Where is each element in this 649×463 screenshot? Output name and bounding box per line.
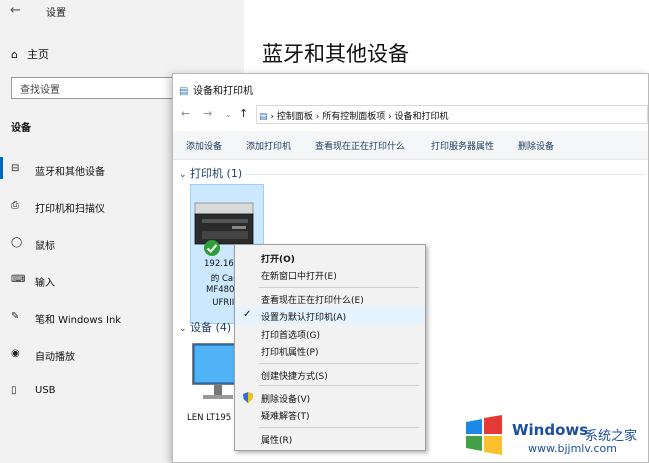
address-row: ← → ⌄ ↑ ▤ › 控制面板 › 所有控制面板项 › 设备和打印机 [173,102,648,127]
devices-printers-icon: ▤ [179,86,189,97]
address-bar[interactable]: ▤ › 控制面板 › 所有控制面板项 › 设备和打印机 [256,105,648,124]
watermark-brand: Windows [512,421,589,439]
menu-label: 在新窗口中打开(E) [261,272,337,282]
group-label: 设备 (4) [190,321,232,334]
bluetooth-devices-icon: ⊟ [11,163,20,174]
menu-label: 设置为默认打印机(A) [261,313,347,323]
see-printing-button[interactable]: 查看现在正在打印什么 [315,139,405,152]
section-heading: 设备 [11,123,31,134]
print-server-properties-button[interactable]: 打印服务器属性 [431,139,494,152]
menu-label: 查看现在正在打印什么(E) [261,296,364,306]
autoplay-icon: ◉ [11,348,20,359]
menu-separator [259,287,419,288]
context-menu: 打开(O) 在新窗口中打开(E) 查看现在正在打印什么(E) ✓ 设置为默认打印机… [234,244,426,451]
windows-logo-icon [466,415,502,455]
menu-separator [259,385,419,386]
menu-item-open[interactable]: 打开(O) [235,249,425,266]
nav-label: USB [35,385,56,396]
keyboard-icon: ⌨ [11,274,26,285]
menu-item-set-default[interactable]: ✓ 设置为默认打印机(A) [235,307,425,324]
dp-title: 设备和打印机 [193,86,253,97]
mouse-icon: ◯ [11,237,23,248]
menu-label: 打印机属性(P) [261,348,319,358]
menu-label: 属性(R) [261,436,293,446]
menu-item-see-printing[interactable]: 查看现在正在打印什么(E) [235,290,425,307]
window-title: 设置 [46,8,66,19]
up-icon[interactable]: ↑ [239,107,248,120]
home-nav-item[interactable]: ⌂ 主页 [11,46,49,62]
menu-item-create-shortcut[interactable]: 创建快捷方式(S) [235,366,425,383]
menu-label: 疑难解答(T) [261,412,310,422]
printer-image [194,202,254,245]
printer-icon: ⎙ [11,200,19,211]
monitor-label: LEN LT195 [187,413,232,423]
menu-label: 打开(O) [261,255,295,265]
uac-shield-icon [243,392,253,403]
nav-label: 输入 [35,278,55,289]
recent-dropdown-icon[interactable]: ⌄ [225,110,232,119]
back-icon[interactable]: ← [181,107,190,120]
remove-device-button[interactable]: 删除设备 [518,139,554,152]
home-icon: ⌂ [11,48,18,61]
nav-label: 蓝牙和其他设备 [35,167,105,178]
default-check-icon [204,240,220,256]
command-bar: 添加设备 添加打印机 查看现在正在打印什么 打印服务器属性 删除设备 [173,131,648,160]
breadcrumb-item[interactable]: 设备和打印机 [395,112,449,122]
menu-separator [259,427,419,428]
folder-icon: ▤ [259,112,268,122]
watermark-url: www.bjjmlv.com [528,442,617,455]
menu-label: 创建快捷方式(S) [261,372,328,382]
devices-group-header[interactable]: ⌄ 设备 (4) [179,319,231,335]
group-divider [245,174,645,175]
menu-item-remove-device[interactable]: 删除设备(V) [235,389,425,406]
page-title: 蓝牙和其他设备 [262,42,409,66]
add-device-button[interactable]: 添加设备 [186,139,222,152]
breadcrumb-item[interactable]: 控制面板 [277,112,313,122]
chevron-down-icon: ⌄ [179,170,187,180]
back-arrow-icon[interactable]: ← [10,3,21,18]
menu-item-troubleshoot[interactable]: 疑难解答(T) [235,406,425,423]
printers-group-header[interactable]: ⌄ 打印机 (1) [179,165,242,181]
breadcrumb-item[interactable]: 所有控制面板项 [322,112,385,122]
checkmark-icon: ✓ [243,309,252,320]
nav-label: 自动播放 [35,352,75,363]
forward-icon[interactable]: → [203,107,212,120]
pen-icon: ✎ [11,311,20,322]
chevron-down-icon: ⌄ [179,324,187,334]
usb-icon: ▯ [11,385,17,396]
menu-item-printer-properties[interactable]: 打印机属性(P) [235,342,425,359]
menu-item-open-new-window[interactable]: 在新窗口中打开(E) [235,266,425,283]
dp-titlebar: ▤ 设备和打印机 [179,82,253,97]
nav-label: 打印机和扫描仪 [35,204,105,215]
home-label: 主页 [27,48,49,61]
menu-item-properties[interactable]: 属性(R) [235,430,425,447]
nav-label: 鼠标 [35,241,55,252]
menu-separator [259,363,419,364]
menu-label: 删除设备(V) [261,395,311,405]
menu-label: 打印首选项(G) [261,331,320,341]
group-label: 打印机 (1) [190,167,243,180]
nav-label: 笔和 Windows Ink [35,315,122,326]
add-printer-button[interactable]: 添加打印机 [246,139,291,152]
menu-item-print-preferences[interactable]: 打印首选项(G) [235,325,425,342]
